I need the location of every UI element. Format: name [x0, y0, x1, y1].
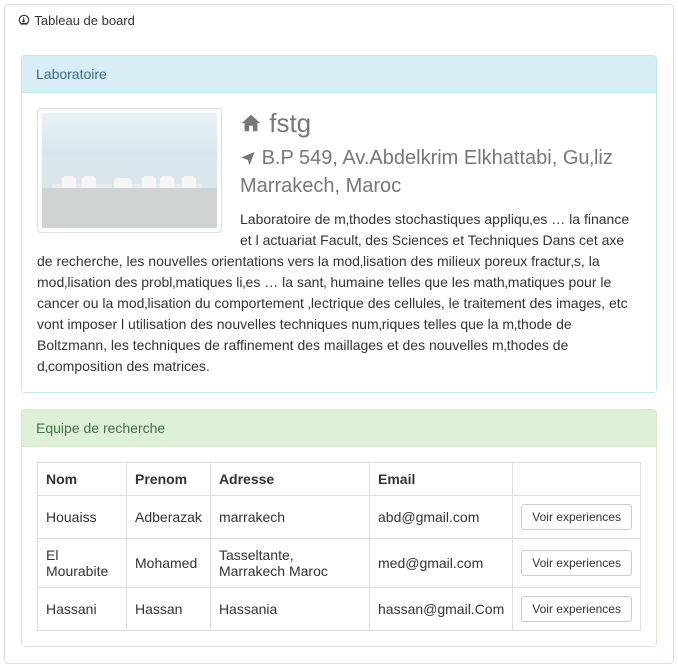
cell-email: hassan@gmail.Com [370, 588, 513, 631]
cell-adresse: Hassania [210, 588, 369, 631]
cell-action: Voir experiences [513, 496, 641, 539]
equipe-panel-body: Nom Prenom Adresse Email HouaissAdberaza… [22, 447, 656, 646]
lab-description: Laboratoire de m‚thodes stochastiques ap… [37, 209, 641, 377]
equipe-panel-heading: Equipe de recherche [22, 410, 656, 447]
cell-adresse: Tasseltante, Marrakech Maroc [210, 539, 369, 588]
cell-prenom: Hassan [127, 588, 211, 631]
cell-nom: Houaiss [38, 496, 127, 539]
cell-prenom: Mohamed [127, 539, 211, 588]
col-nom: Nom [38, 463, 127, 496]
table-row: HouaissAdberazakmarrakechabd@gmail.com Vo… [38, 496, 641, 539]
cell-prenom: Adberazak [127, 496, 211, 539]
cell-action: Voir experiences [513, 539, 641, 588]
location-arrow-icon [240, 147, 256, 173]
lab-name: fstg [269, 108, 311, 138]
col-prenom: Prenom [127, 463, 211, 496]
cell-email: abd@gmail.com [370, 496, 513, 539]
dashboard-header: Tableau de board [5, 5, 673, 39]
dashboard-title: Tableau de board [34, 13, 134, 28]
col-action [513, 463, 641, 496]
cell-action: Voir experiences [513, 588, 641, 631]
voir-experiences-button[interactable]: Voir experiences [521, 504, 632, 530]
voir-experiences-button[interactable]: Voir experiences [521, 550, 632, 576]
lab-thumbnail [37, 108, 222, 233]
laboratoire-panel-heading: Laboratoire [22, 56, 656, 93]
table-row: HassaniHassanHassaniahassan@gmail.Com Voi… [38, 588, 641, 631]
cell-email: med@gmail.com [370, 539, 513, 588]
cell-nom: Hassani [38, 588, 127, 631]
lab-address: B.P 549, Av.Abdelkrim Elkhattabi, Gu‚liz… [240, 147, 613, 197]
table-header-row: Nom Prenom Adresse Email [38, 463, 641, 496]
equipe-panel: Equipe de recherche Nom Prenom Adresse E… [21, 409, 657, 647]
cell-nom: El Mourabite [38, 539, 127, 588]
col-email: Email [370, 463, 513, 496]
laboratoire-panel: Laboratoire fs [21, 55, 657, 393]
voir-experiences-button[interactable]: Voir experiences [521, 596, 632, 622]
col-adresse: Adresse [210, 463, 369, 496]
laboratoire-panel-body: fstg B.P 549, Av.Abdelkrim Elkhattabi, G… [22, 93, 656, 392]
dashboard-icon [17, 13, 31, 30]
lab-image [42, 113, 217, 228]
main-panel: Tableau de board Laboratoire [4, 4, 674, 664]
home-icon [240, 110, 262, 141]
equipe-table: Nom Prenom Adresse Email HouaissAdberaza… [37, 462, 641, 631]
cell-adresse: marrakech [210, 496, 369, 539]
table-row: El MourabiteMohamedTasseltante, Marrakec… [38, 539, 641, 588]
